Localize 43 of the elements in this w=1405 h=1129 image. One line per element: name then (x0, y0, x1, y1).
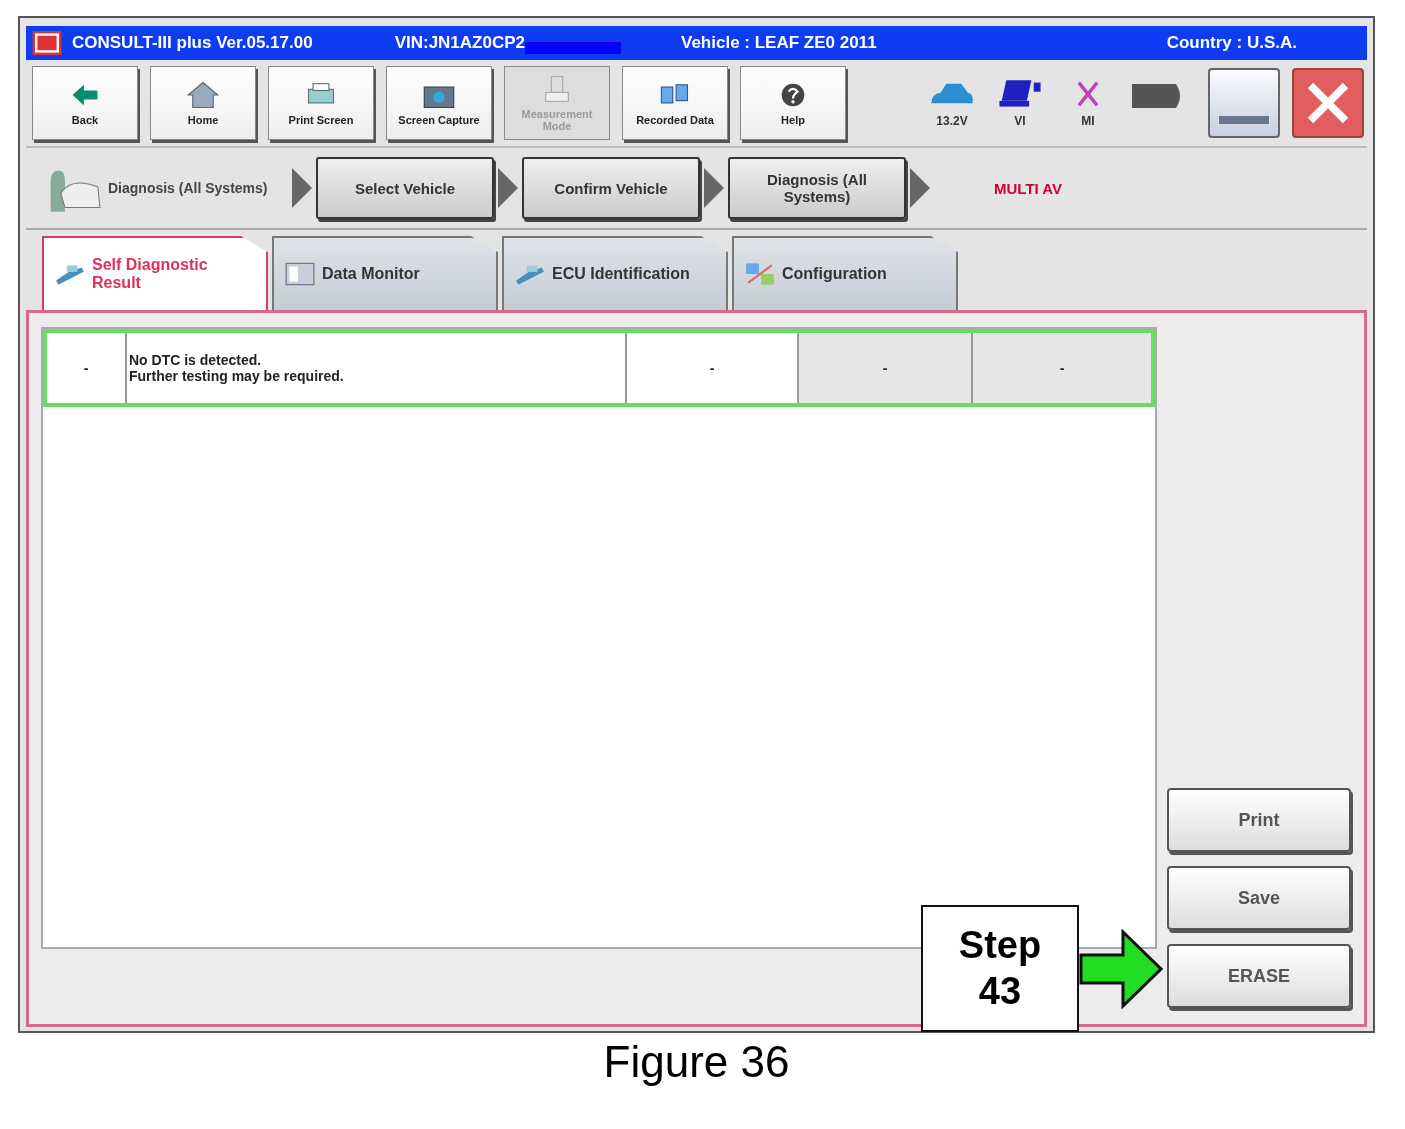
system-name: MULTI AV (994, 179, 1063, 197)
arrow-icon (704, 168, 724, 208)
app-logo-icon (32, 31, 62, 55)
toolbar-button[interactable]: Help (740, 66, 846, 140)
table-cell: No DTC is detected. Further testing may be required. (127, 333, 627, 403)
window-title: CONSULT-III plus Ver.05.17.00 (72, 33, 313, 53)
settings-icon (744, 261, 776, 287)
toolbar-button[interactable]: Print Screen (268, 66, 374, 140)
tab[interactable]: Self Diagnostic Result (42, 236, 268, 310)
side-button[interactable]: ERASE (1167, 944, 1351, 1008)
status-label: MI (1081, 114, 1095, 128)
minimize-button[interactable] (1208, 68, 1280, 138)
table-cell: - (973, 333, 1151, 403)
arrow-icon (292, 168, 312, 208)
home-icon (186, 79, 220, 110)
status-label: VI (1014, 114, 1026, 128)
vehicle-text: Vehicle : LEAF ZE0 2011 (681, 33, 877, 53)
side-button[interactable]: Save (1167, 866, 1351, 930)
tab[interactable]: Configuration (732, 236, 958, 310)
tab[interactable]: ECU Identification (502, 236, 728, 310)
arrow-icon (910, 168, 930, 208)
tab[interactable]: Data Monitor (272, 236, 498, 310)
breadcrumb-step[interactable]: Diagnosis (All Systems) (728, 157, 906, 219)
toolbar-button[interactable]: Screen Capture (386, 66, 492, 140)
close-button[interactable] (1292, 68, 1364, 138)
toolbar-button[interactable]: Recorded Data (622, 66, 728, 140)
breadcrumb-step[interactable]: Select Vehicle (316, 157, 494, 219)
side-button[interactable]: Print (1167, 788, 1351, 852)
toolbar-button[interactable]: Back (32, 66, 138, 140)
toolbar-button[interactable]: Home (150, 66, 256, 140)
figure-caption: Figure 36 (602, 1037, 791, 1087)
table-cell: - (799, 333, 973, 403)
vin-text: VIN:JN1AZ0CP2 (394, 33, 525, 53)
monitor-icon (284, 261, 316, 287)
laptop-icon (996, 78, 1044, 110)
table-row[interactable]: - No DTC is detected. Further testing may be required. - - - (43, 329, 1155, 407)
step-callout: Step 43 (921, 905, 1079, 1032)
country-text: Country : U.S.A. (1166, 33, 1297, 53)
breadcrumb-step[interactable]: Confirm Vehicle (522, 157, 700, 219)
arrow-icon (498, 168, 518, 208)
status-label: 13.2V (936, 114, 968, 128)
table-cell: - (47, 333, 127, 403)
breadcrumb-label: Diagnosis (All Systems) (108, 179, 269, 197)
